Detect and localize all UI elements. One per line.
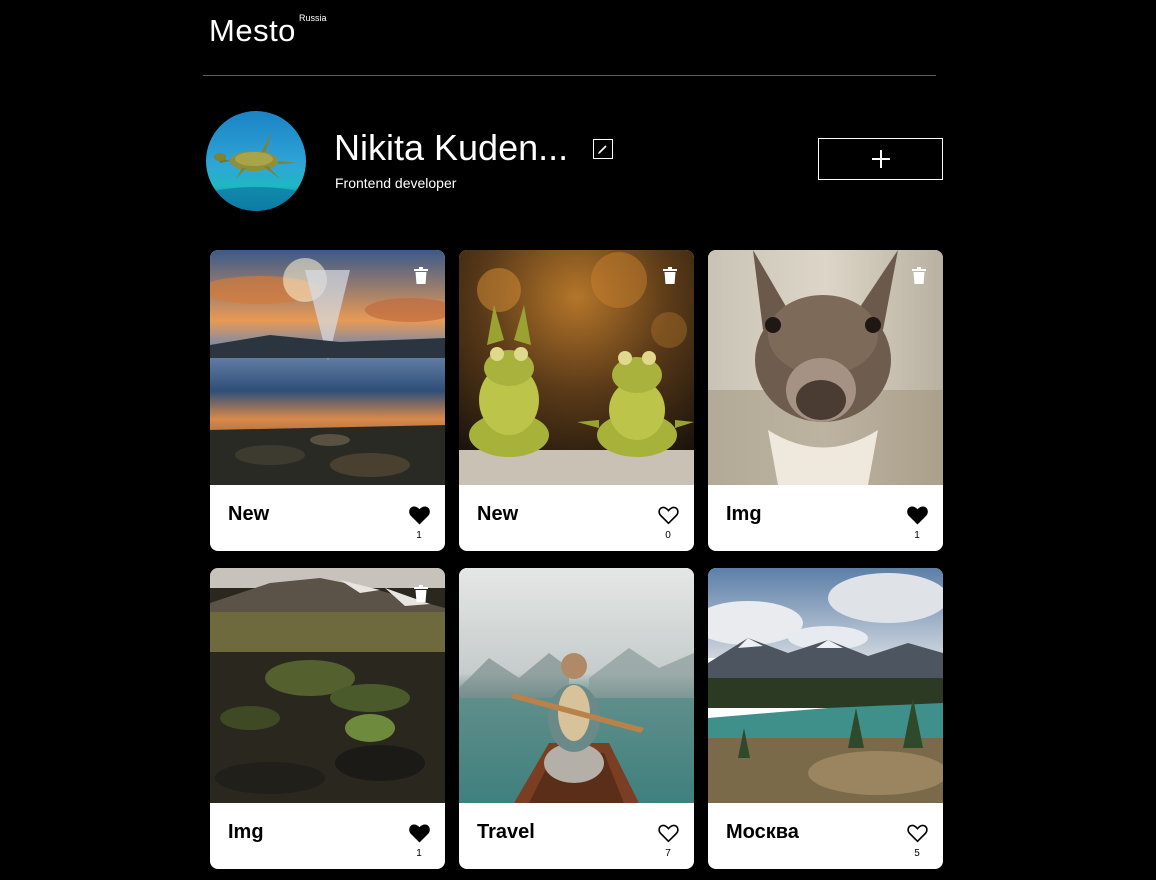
card-title: Travel <box>477 821 535 843</box>
card-image[interactable] <box>210 568 445 803</box>
card-title: Москва <box>726 821 799 843</box>
trash-icon[interactable] <box>413 585 429 602</box>
card: New 1 <box>210 250 445 551</box>
trash-icon[interactable] <box>911 267 927 284</box>
heart-outline-icon <box>658 506 679 525</box>
card-image[interactable] <box>708 250 943 485</box>
card-image[interactable] <box>459 568 694 803</box>
card: Travel 7 <box>459 568 694 869</box>
trash-icon[interactable] <box>413 267 429 284</box>
like-button[interactable] <box>907 506 928 525</box>
like-count: 1 <box>416 848 422 859</box>
card-title: Img <box>726 503 762 525</box>
logo[interactable]: Mesto <box>209 13 296 49</box>
heart-outline-icon <box>907 824 928 843</box>
edit-profile-button[interactable] <box>593 139 613 159</box>
card-image[interactable] <box>459 250 694 485</box>
card-image[interactable] <box>210 250 445 485</box>
profile-about: Frontend developer <box>335 175 457 191</box>
pencil-icon <box>598 145 607 154</box>
avatar[interactable] <box>206 111 306 211</box>
heart-outline-icon <box>658 824 679 843</box>
card: Img 1 <box>708 250 943 551</box>
like-count: 0 <box>665 530 671 541</box>
heart-filled-icon <box>409 824 430 843</box>
like-count: 1 <box>914 530 920 541</box>
add-card-button[interactable] <box>818 138 943 180</box>
card: Москва 5 <box>708 568 943 869</box>
card-title: Img <box>228 821 264 843</box>
card-title: New <box>477 503 519 525</box>
like-count: 1 <box>416 530 422 541</box>
plus-icon <box>871 150 890 168</box>
page: Mesto Russia Nikita Kuden... Frontend de… <box>0 0 1156 880</box>
card-image[interactable] <box>708 568 943 803</box>
like-button[interactable] <box>409 824 430 843</box>
card: Img 1 <box>210 568 445 869</box>
heart-filled-icon <box>907 506 928 525</box>
header: Mesto Russia <box>203 0 936 76</box>
heart-filled-icon <box>409 506 430 525</box>
trash-icon[interactable] <box>662 267 678 284</box>
profile-name: Nikita Kuden... <box>334 127 569 168</box>
like-button[interactable] <box>658 506 679 525</box>
logo-superscript: Russia <box>299 13 327 23</box>
card: New 0 <box>459 250 694 551</box>
like-count: 7 <box>665 848 671 859</box>
like-button[interactable] <box>409 506 430 525</box>
like-button[interactable] <box>907 824 928 843</box>
like-button[interactable] <box>658 824 679 843</box>
card-title: New <box>228 503 270 525</box>
like-count: 5 <box>914 848 920 859</box>
